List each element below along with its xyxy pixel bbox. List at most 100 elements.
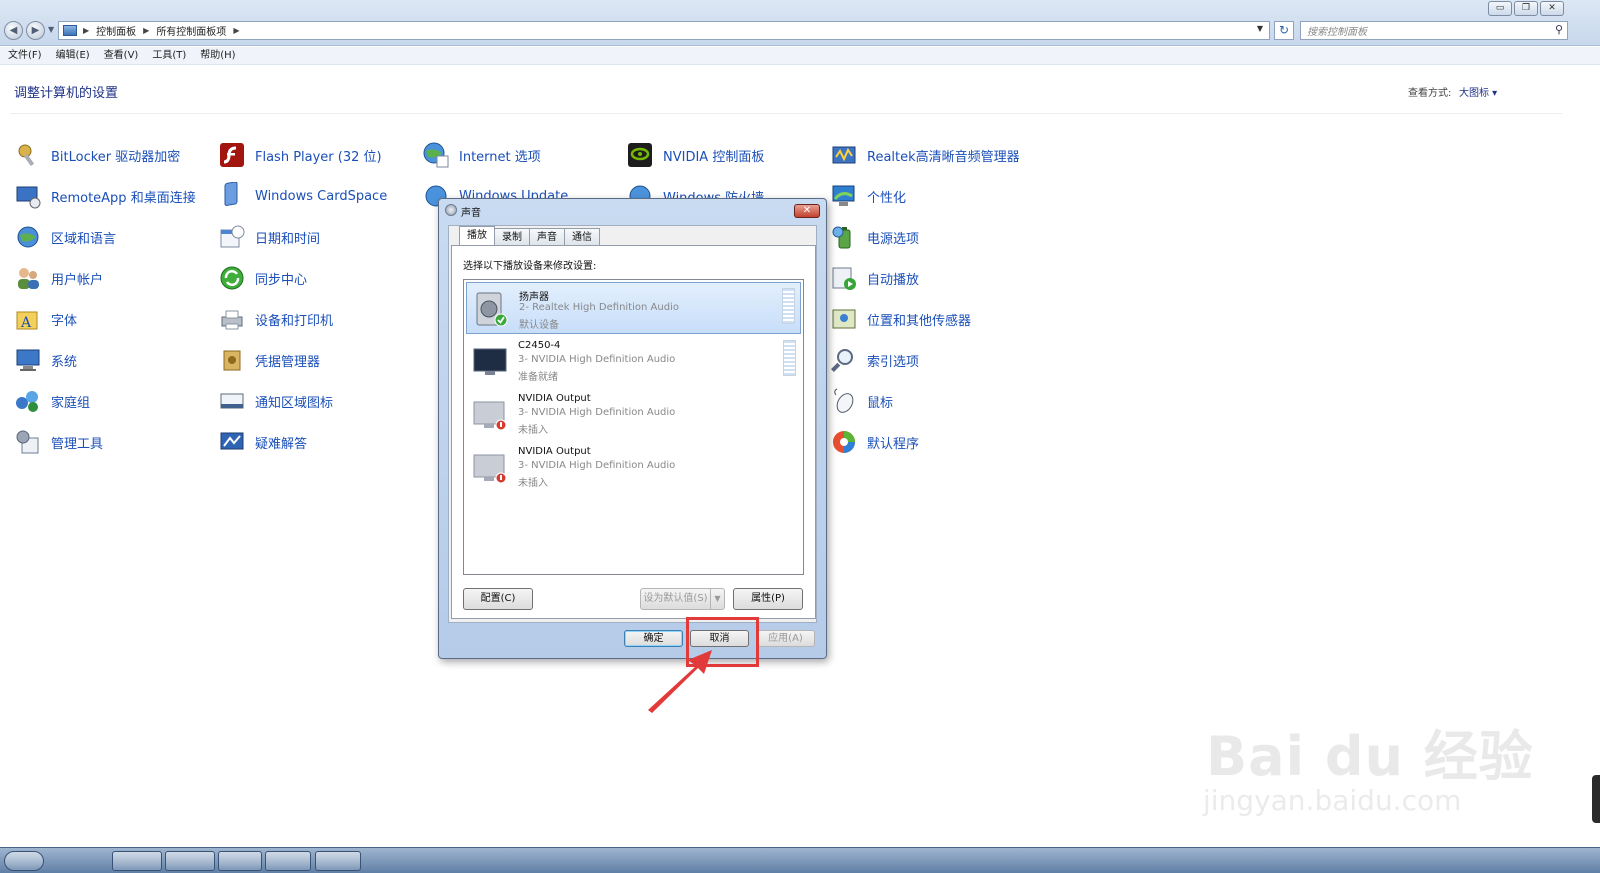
remote-desktop-icon [16,186,41,209]
cp-item-notification-icons[interactable]: 通知区域图标 [218,386,333,416]
set-default-button[interactable]: 设为默认值(S) ▼ [640,588,725,610]
notification-area-icon [220,393,244,409]
dialog-close-button[interactable]: ✕ [794,204,820,218]
breadcrumb-all-items[interactable]: 所有控制面板项 [156,23,226,38]
troubleshooting-icon [220,432,244,450]
breadcrumb-arrow-icon[interactable]: ▶ [143,26,149,35]
sound-dialog: 声音 ✕ 播放 录制 声音 通信 选择以下播放设备来修改设置: 扬声器 2- R… [438,198,827,659]
annotation-arrow-icon [648,650,712,713]
address-bar[interactable]: ▶ 控制面板 ▶ 所有控制面板项 ▶ ▼ [58,21,1270,40]
default-programs-icon [833,431,855,453]
menu-file[interactable]: 文件(F) [8,47,42,64]
internet-options-icon [423,142,449,168]
cp-item-credential-manager[interactable]: 凭据管理器 [218,345,320,375]
cp-item-autoplay[interactable]: 自动播放 [830,263,919,293]
menu-help[interactable]: 帮助(H) [200,47,235,64]
speaker-device-icon [476,292,508,327]
search-icon[interactable]: ⚲ [1555,23,1563,36]
device-desc: 3- NVIDIA High Definition Audio [518,354,676,365]
device-name: 扬声器 [519,292,549,303]
taskbar-app-button[interactable] [265,851,311,871]
device-nvidia-output-2[interactable]: NVIDIA Output 3- NVIDIA High Definition … [466,441,801,493]
view-by-dropdown[interactable]: 大图标 ▾ [1459,84,1497,99]
device-status: 未插入 [518,425,548,436]
forward-button[interactable]: ▶ [26,21,45,40]
system-computer-icon [16,349,40,371]
watermark-url: jingyan.baidu.com [1203,784,1462,817]
menu-bar: 文件(F) 编辑(E) 查看(V) 工具(T) 帮助(H) [0,47,1600,65]
tab-playback[interactable]: 播放 [459,226,495,246]
cp-item-sync-center[interactable]: 同步中心 [218,263,307,293]
cp-item-admin-tools[interactable]: 管理工具 [14,427,103,457]
window-title-bar: ▭ ❐ ✕ ◀ ▶ ▼ ▶ 控制面板 ▶ 所有控制面板项 ▶ ▼ ↻ 搜索控制面… [0,0,1600,46]
cp-item-system[interactable]: 系统 [14,345,77,375]
control-panel-icon [63,25,77,36]
taskbar-app-button[interactable] [218,851,262,871]
device-status: 未插入 [518,478,548,489]
playback-panel: 选择以下播放设备来修改设置: 扬声器 2- Realtek High Defin… [451,245,816,619]
cp-item-mouse[interactable]: 鼠标 [830,386,893,416]
volume-meter [783,340,796,376]
cp-item-date-time[interactable]: 日期和时间 [218,222,320,252]
breadcrumb-control-panel[interactable]: 控制面板 [96,23,136,38]
side-scroll-handle[interactable] [1592,775,1600,823]
refresh-button[interactable]: ↻ [1274,21,1294,40]
cp-item-nvidia-control-panel[interactable]: NVIDIA 控制面板 [626,140,764,170]
recent-pages-dropdown[interactable]: ▼ [48,25,54,34]
menu-view[interactable]: 查看(V) [104,47,139,64]
cp-item-personalization[interactable]: 个性化 [830,181,906,211]
cp-item-internet-options[interactable]: Internet 选项 [422,140,541,170]
cp-item-remoteapp[interactable]: RemoteApp 和桌面连接 [14,181,196,211]
apply-button[interactable]: 应用(A) [756,630,815,647]
minimize-button[interactable]: ▭ [1488,1,1512,16]
device-nvidia-output-1[interactable]: NVIDIA Output 3- NVIDIA High Definition … [466,388,801,440]
tab-sounds[interactable]: 声音 [529,228,565,246]
taskbar [0,847,1600,873]
cp-item-troubleshooting[interactable]: 疑难解答 [218,427,307,457]
device-status: 默认设备 [519,320,559,331]
volume-meter [782,288,795,324]
menu-tools[interactable]: 工具(T) [152,47,186,64]
cp-item-user-accounts[interactable]: 用户帐户 [14,263,103,293]
taskbar-app-button[interactable] [315,851,361,871]
cp-item-location-sensors[interactable]: 位置和其他传感器 [830,304,971,334]
nvidia-icon [628,143,652,167]
playback-device-list[interactable]: 扬声器 2- Realtek High Definition Audio 默认设… [463,279,804,575]
page-title: 调整计算机的设置 [14,86,119,101]
cp-item-fonts[interactable]: A 字体 [14,304,77,334]
playback-hint: 选择以下播放设备来修改设置: [463,261,597,272]
chevron-down-icon[interactable]: ▼ [710,589,724,609]
breadcrumb-arrow-icon[interactable]: ▶ [83,26,89,35]
taskbar-app-button[interactable] [112,851,162,871]
back-button[interactable]: ◀ [4,21,23,40]
personalization-icon [832,185,855,206]
cp-item-flash-player[interactable]: Flash Player (32 位) [218,140,382,170]
search-input[interactable]: 搜索控制面板 ⚲ [1300,21,1568,40]
calendar-clock-icon [220,225,245,248]
address-dropdown-icon[interactable]: ▼ [1257,24,1263,33]
taskbar-app-button[interactable] [165,851,215,871]
dialog-tabs: 播放 录制 声音 通信 [459,226,600,246]
start-orb-button[interactable] [4,851,44,871]
menu-edit[interactable]: 编辑(E) [56,47,90,64]
cp-item-realtek-audio[interactable]: Realtek高清晰音频管理器 [830,140,1020,170]
cp-item-power-options[interactable]: 电源选项 [830,222,919,252]
cp-item-indexing-options[interactable]: 索引选项 [830,345,919,375]
cp-item-devices-printers[interactable]: 设备和打印机 [218,304,333,334]
tab-communications[interactable]: 通信 [564,228,600,246]
fonts-folder-icon: A [16,311,38,331]
cp-item-cardspace[interactable]: Windows CardSpace [218,181,387,211]
cp-item-region-language[interactable]: 区域和语言 [14,222,116,252]
restore-button[interactable]: ❐ [1514,1,1538,16]
device-c2450[interactable]: C2450-4 3- NVIDIA High Definition Audio … [466,335,801,387]
cp-item-bitlocker[interactable]: BitLocker 驱动器加密 [14,140,180,170]
close-window-button[interactable]: ✕ [1540,1,1564,16]
device-speakers[interactable]: 扬声器 2- Realtek High Definition Audio 默认设… [466,282,801,334]
tab-recording[interactable]: 录制 [494,228,530,246]
properties-button[interactable]: 属性(P) [733,588,803,610]
breadcrumb-arrow-icon[interactable]: ▶ [233,26,239,35]
cp-item-default-programs[interactable]: 默认程序 [830,427,919,457]
monitor-unplugged-icon [473,401,507,431]
cp-item-homegroup[interactable]: 家庭组 [14,386,90,416]
configure-button[interactable]: 配置(C) [463,588,533,610]
